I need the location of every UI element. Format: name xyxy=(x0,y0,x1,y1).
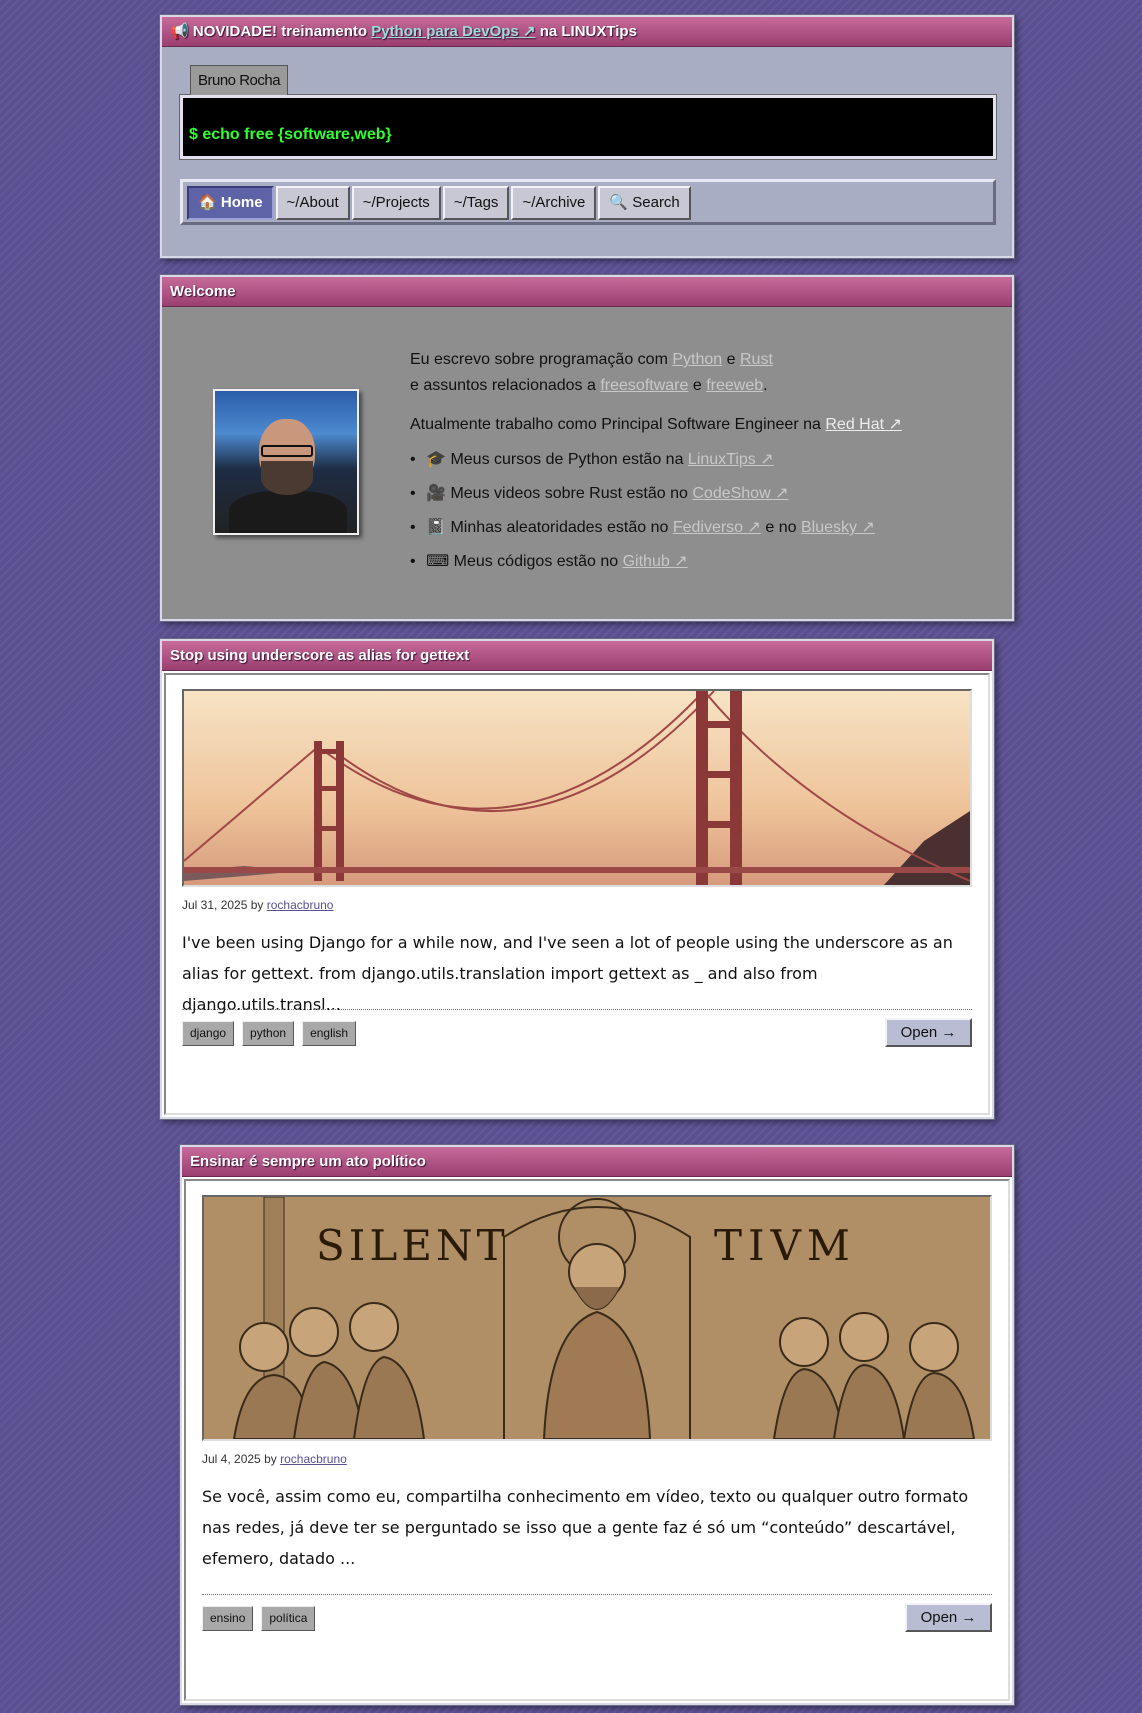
post-card: Ensinar é sempre um ato político SILENT … xyxy=(179,1144,1015,1706)
tag-ensino[interactable]: ensino xyxy=(202,1606,254,1631)
open-post-button[interactable]: Open → xyxy=(885,1018,972,1047)
linuxtips-link[interactable]: LinuxTips ↗ xyxy=(688,451,774,468)
cover-text-right: TIVM xyxy=(714,1221,856,1270)
cover-text-left: SILENT xyxy=(316,1221,509,1270)
post-title[interactable]: Stop using underscore as alias for gette… xyxy=(162,641,992,671)
terminal-screen: $ echo free {software,web} xyxy=(179,94,997,160)
engraving-illustration: SILENT TIVM xyxy=(204,1197,990,1439)
bridge-illustration xyxy=(184,691,970,885)
author-link[interactable]: rochacbruno xyxy=(280,1452,347,1466)
tag-python[interactable]: python xyxy=(242,1021,295,1046)
nav-search[interactable]: 🔍 Search xyxy=(598,186,691,220)
fediverso-link[interactable]: Fediverso ↗ xyxy=(673,519,761,536)
bluesky-link[interactable]: Bluesky ↗ xyxy=(801,519,875,536)
header-window: 📢 NOVIDADE! treinamento Python para DevO… xyxy=(159,14,1015,259)
python-devops-link[interactable]: Python para DevOps ↗ xyxy=(371,23,535,40)
welcome-text: Eu escrevo sobre programação com Python … xyxy=(410,347,970,583)
search-icon: 🔍 xyxy=(609,194,629,211)
nav-archive[interactable]: ~/Archive xyxy=(511,186,597,220)
post-tags: django python english xyxy=(182,1021,357,1046)
nav-about[interactable]: ~/About xyxy=(275,186,350,220)
github-link[interactable]: Github ↗ xyxy=(623,553,688,570)
post-date: Jul 31, 2025 xyxy=(182,898,248,912)
external-link-icon: ↗ xyxy=(747,519,761,536)
home-icon: 🏠 xyxy=(198,194,217,211)
terminal-tab[interactable]: Bruno Rocha xyxy=(190,65,289,95)
welcome-title: Welcome xyxy=(162,277,1012,307)
intro-line-2: e assuntos relacionados a freesoftware e… xyxy=(410,377,768,394)
rust-link[interactable]: Rust xyxy=(740,351,773,368)
work-line: Atualmente trabalho como Principal Softw… xyxy=(410,416,902,433)
post-excerpt: I've been using Django for a while now, … xyxy=(182,933,953,1014)
tag-english[interactable]: english xyxy=(302,1021,357,1046)
codeshow-link[interactable]: CodeShow ↗ xyxy=(692,485,788,502)
list-item: ⌨ Meus códigos estão no Github ↗ xyxy=(410,549,970,575)
list-item: 📓 Minhas aleatoridades estão no Fedivers… xyxy=(410,515,970,541)
post-cover-image[interactable]: SILENT TIVM xyxy=(202,1195,992,1441)
nav-home[interactable]: 🏠 Home xyxy=(187,186,274,220)
divider xyxy=(182,1009,972,1010)
video-camera-icon: 🎥 xyxy=(426,485,446,502)
redhat-link[interactable]: Red Hat ↗ xyxy=(825,416,902,433)
tag-politica[interactable]: política xyxy=(261,1606,316,1631)
post-meta: Jul 4, 2025 by rochacbruno xyxy=(202,1452,347,1466)
external-link-icon: ↗ xyxy=(888,416,902,433)
divider xyxy=(202,1594,992,1595)
open-post-button[interactable]: Open → xyxy=(905,1603,992,1632)
announcement-prefix: NOVIDADE! treinamento xyxy=(192,23,368,40)
external-link-icon: ↗ xyxy=(775,485,789,502)
post-title[interactable]: Ensinar é sempre um ato político xyxy=(182,1147,1012,1177)
python-link[interactable]: Python xyxy=(672,351,722,368)
post-excerpt: Se você, assim como eu, compartilha conh… xyxy=(202,1487,969,1568)
avatar xyxy=(213,389,359,535)
post-cover-image[interactable] xyxy=(182,689,972,887)
terminal-prompt: $ echo free {software,web} xyxy=(189,126,392,143)
nav-tags[interactable]: ~/Tags xyxy=(442,186,510,220)
tag-django[interactable]: django xyxy=(182,1021,235,1046)
external-link-icon: ↗ xyxy=(522,23,536,40)
welcome-window: Welcome Eu escrevo sobre programação com… xyxy=(159,274,1015,622)
freesoftware-link[interactable]: freesoftware xyxy=(600,377,688,394)
external-link-icon: ↗ xyxy=(674,553,688,570)
list-item: 🎥 Meus videos sobre Rust estão no CodeSh… xyxy=(410,481,970,507)
post-tags: ensino política xyxy=(202,1606,316,1631)
nav-projects[interactable]: ~/Projects xyxy=(351,186,441,220)
links-list: 🎓 Meus cursos de Python estão na LinuxTi… xyxy=(410,447,970,575)
megaphone-icon: 📢 xyxy=(170,23,189,40)
post-date: Jul 4, 2025 xyxy=(202,1452,261,1466)
graduation-cap-icon: 🎓 xyxy=(426,451,446,468)
intro-line-1: Eu escrevo sobre programação com Python … xyxy=(410,351,773,368)
keyboard-icon: ⌨ xyxy=(426,553,450,570)
author-link[interactable]: rochacbruno xyxy=(267,898,334,912)
external-link-icon: ↗ xyxy=(760,451,774,468)
announcement-bar: 📢 NOVIDADE! treinamento Python para DevO… xyxy=(162,17,1012,47)
external-link-icon: ↗ xyxy=(861,519,875,536)
list-item: 🎓 Meus cursos de Python estão na LinuxTi… xyxy=(410,447,970,473)
post-meta: Jul 31, 2025 by rochacbruno xyxy=(182,898,334,912)
post-card: Stop using underscore as alias for gette… xyxy=(159,638,995,1120)
freeweb-link[interactable]: freeweb xyxy=(706,377,763,394)
announcement-suffix: na LINUXTips xyxy=(539,23,637,40)
main-nav: 🏠 Home ~/About ~/Projects ~/Tags ~/Archi… xyxy=(180,179,996,225)
notebook-icon: 📓 xyxy=(426,519,446,536)
